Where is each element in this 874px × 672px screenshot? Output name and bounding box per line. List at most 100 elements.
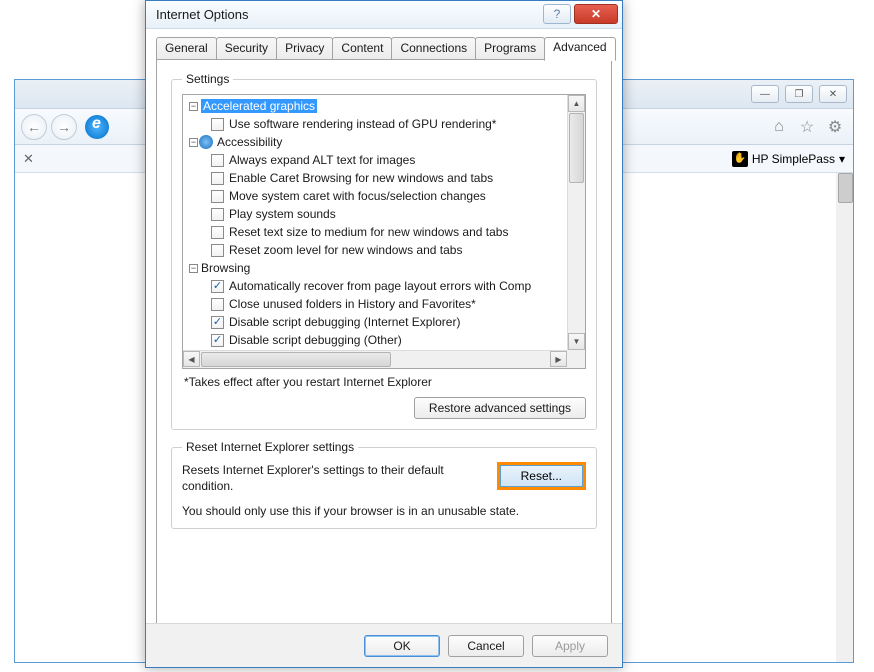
ok-button[interactable]: OK: [364, 635, 440, 657]
checkbox[interactable]: [211, 244, 224, 257]
tree-item-label: Always expand ALT text for images: [229, 153, 415, 167]
tab-privacy[interactable]: Privacy: [276, 37, 333, 59]
tree-item-label: Disable script debugging (Other): [229, 333, 402, 347]
settings-tree[interactable]: −Accelerated graphicsUse software render…: [182, 94, 586, 369]
tree-item[interactable]: Close unused folders in History and Favo…: [185, 295, 565, 313]
checkbox[interactable]: ✓: [211, 316, 224, 329]
vertical-scroll-thumb[interactable]: [569, 113, 584, 183]
tree-item[interactable]: Use software rendering instead of GPU re…: [185, 115, 565, 133]
apply-button[interactable]: Apply: [532, 635, 608, 657]
tools-gear-icon[interactable]: ⚙: [825, 117, 845, 137]
browser-vertical-scrollbar[interactable]: [838, 173, 853, 203]
checkbox[interactable]: ✓: [211, 280, 224, 293]
scroll-right-button[interactable]: ▶: [550, 351, 567, 367]
right-arrow-icon: →: [57, 119, 71, 135]
tree-item-label: Disable script debugging (Internet Explo…: [229, 315, 460, 329]
tab-close-button[interactable]: ✕: [23, 151, 34, 167]
checkbox[interactable]: [211, 190, 224, 203]
tab-content[interactable]: Content: [332, 37, 392, 59]
checkbox[interactable]: [211, 298, 224, 311]
tree-item-label: Enable Caret Browsing for new windows an…: [229, 171, 493, 185]
dialog-close-button[interactable]: ✕: [574, 4, 618, 24]
reset-warning: You should only use this if your browser…: [182, 504, 586, 518]
tree-item[interactable]: Reset text size to medium for new window…: [185, 223, 565, 241]
collapse-icon[interactable]: −: [189, 138, 198, 147]
dialog-body: GeneralSecurityPrivacyContentConnections…: [146, 29, 622, 637]
collapse-icon[interactable]: −: [189, 102, 198, 111]
checkbox[interactable]: [211, 172, 224, 185]
tree-item-label: Close unused folders in History and Favo…: [229, 297, 476, 311]
scroll-down-button[interactable]: ▼: [568, 333, 585, 350]
tree-horizontal-scrollbar[interactable]: ◀ ▶: [183, 350, 567, 368]
simplepass-label: HP SimplePass: [752, 152, 835, 166]
reset-description: Resets Internet Explorer's settings to t…: [182, 462, 483, 494]
left-arrow-icon: ←: [27, 119, 41, 135]
tree-item-label: Automatically recover from page layout e…: [229, 279, 531, 293]
settings-group: Settings −Accelerated graphicsUse softwa…: [171, 72, 597, 430]
minimize-button[interactable]: —: [751, 85, 779, 103]
tree-item-label: Reset zoom level for new windows and tab…: [229, 243, 462, 257]
tree-item[interactable]: ✓ Automatically recover from page layout …: [185, 277, 565, 295]
tree-category[interactable]: −Browsing: [185, 259, 565, 277]
scroll-left-button[interactable]: ◀: [183, 351, 200, 367]
tab-strip: GeneralSecurityPrivacyContentConnections…: [156, 37, 612, 60]
checkbox[interactable]: [211, 118, 224, 131]
tab-connections[interactable]: Connections: [391, 37, 476, 59]
restart-note: *Takes effect after you restart Internet…: [184, 375, 586, 389]
maximize-icon: ❐: [795, 89, 804, 100]
collapse-icon[interactable]: −: [189, 264, 198, 273]
dialog-title: Internet Options: [156, 7, 249, 22]
tree-item-label: Move system caret with focus/selection c…: [229, 189, 486, 203]
simplepass-toolbar-button[interactable]: ✋ HP SimplePass ▾: [732, 151, 845, 167]
chevron-down-icon: ▾: [839, 152, 845, 166]
tree-item-label: Play system sounds: [229, 207, 336, 221]
back-button[interactable]: ←: [21, 114, 47, 140]
hand-icon: ✋: [732, 151, 748, 167]
checkbox[interactable]: [211, 226, 224, 239]
favorites-icon[interactable]: ☆: [797, 117, 817, 137]
tab-general[interactable]: General: [156, 37, 217, 59]
reset-group-legend: Reset Internet Explorer settings: [182, 440, 358, 454]
dialog-titlebar[interactable]: Internet Options ? ✕: [146, 1, 622, 29]
tree-category[interactable]: −Accelerated graphics: [185, 97, 565, 115]
dialog-help-button[interactable]: ?: [543, 4, 571, 24]
tab-security[interactable]: Security: [216, 37, 277, 59]
reset-button-highlight: Reset...: [497, 462, 586, 490]
globe-icon: [199, 135, 213, 149]
internet-options-dialog: Internet Options ? ✕ GeneralSecurityPriv…: [145, 0, 623, 668]
maximize-button[interactable]: ❐: [785, 85, 813, 103]
tab-advanced[interactable]: Advanced: [544, 37, 615, 61]
tree-item-label: Use software rendering instead of GPU re…: [229, 117, 496, 131]
tree-category[interactable]: − Accessibility: [185, 133, 565, 151]
ie-logo-icon: [85, 115, 109, 139]
tree-item[interactable]: ✓ Disable script debugging (Other): [185, 331, 565, 349]
tree-item[interactable]: Always expand ALT text for images: [185, 151, 565, 169]
reset-button[interactable]: Reset...: [500, 465, 583, 487]
tree-item[interactable]: Reset zoom level for new windows and tab…: [185, 241, 565, 259]
checkbox[interactable]: ✓: [211, 334, 224, 347]
cancel-button[interactable]: Cancel: [448, 635, 524, 657]
forward-button[interactable]: →: [51, 114, 77, 140]
restore-advanced-settings-button[interactable]: Restore advanced settings: [414, 397, 586, 419]
scroll-up-button[interactable]: ▲: [568, 95, 585, 112]
tree-category-label: Accelerated graphics: [201, 99, 317, 113]
browser-close-button[interactable]: ✕: [819, 85, 847, 103]
checkbox[interactable]: [211, 208, 224, 221]
checkbox[interactable]: [211, 154, 224, 167]
tree-vertical-scrollbar[interactable]: ▲ ▼: [567, 95, 585, 350]
home-icon[interactable]: ⌂: [769, 117, 789, 137]
dialog-footer: OK Cancel Apply: [146, 623, 622, 667]
horizontal-scroll-thumb[interactable]: [201, 352, 391, 367]
tree-item[interactable]: Enable Caret Browsing for new windows an…: [185, 169, 565, 187]
tree-item[interactable]: ✓ Disable script debugging (Internet Expl…: [185, 313, 565, 331]
tree-item[interactable]: Move system caret with focus/selection c…: [185, 187, 565, 205]
scroll-corner: [567, 350, 585, 368]
tree-category-label: Browsing: [201, 261, 250, 275]
tab-programs[interactable]: Programs: [475, 37, 545, 59]
minimize-icon: —: [760, 89, 770, 100]
settings-group-legend: Settings: [182, 72, 233, 86]
tree-category-label: Accessibility: [217, 135, 282, 149]
tree-item[interactable]: Play system sounds: [185, 205, 565, 223]
reset-group: Reset Internet Explorer settings Resets …: [171, 440, 597, 529]
close-icon: ✕: [829, 89, 837, 100]
